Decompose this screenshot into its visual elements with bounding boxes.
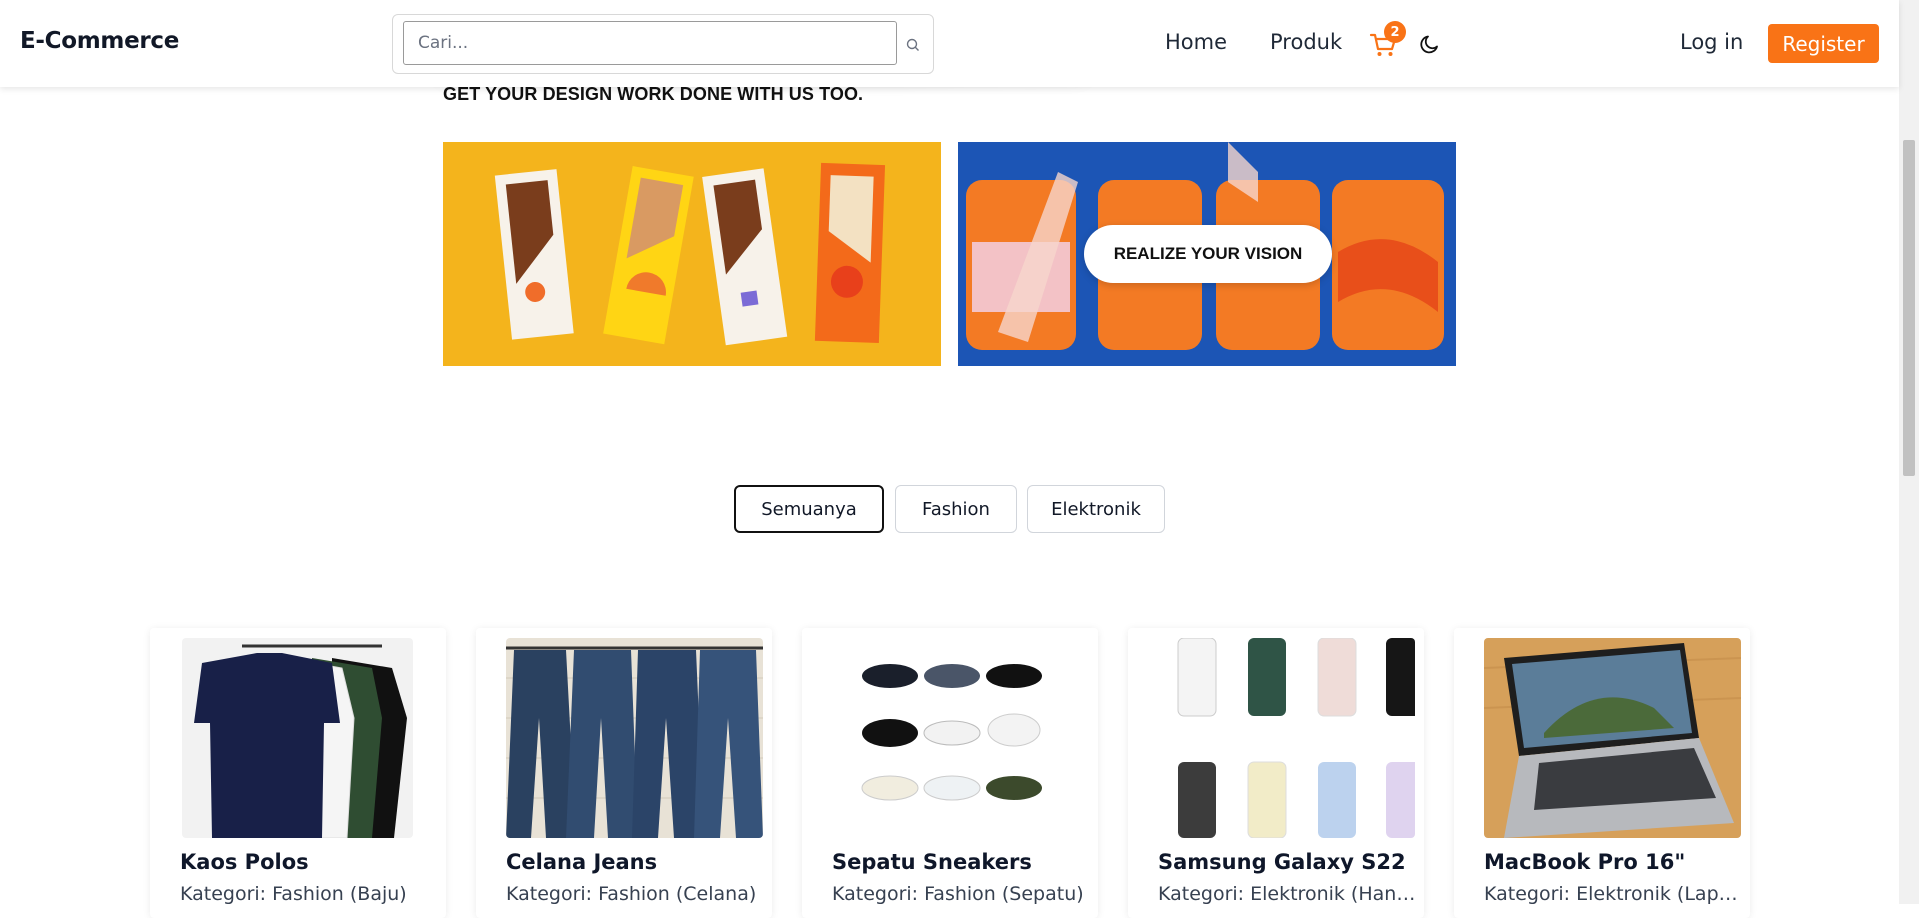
register-button[interactable]: Register xyxy=(1768,24,1879,63)
product-name: Kaos Polos xyxy=(180,850,309,874)
product-name: Samsung Galaxy S22 xyxy=(1158,850,1406,874)
scrollbar-thumb[interactable] xyxy=(1903,140,1915,476)
product-card-macbook-pro-16[interactable]: MacBook Pro 16" Kategori: Elektronik (La… xyxy=(1454,628,1750,918)
nav-home[interactable]: Home xyxy=(1165,30,1227,54)
product-card-kaos-polos[interactable]: Kaos Polos Kategori: Fashion (Baju) xyxy=(150,628,446,918)
page-scrollbar[interactable] xyxy=(1899,0,1919,904)
product-category: Kategori: Fashion (Celana) xyxy=(506,883,757,905)
product-category: Kategori: Fashion (Sepatu) xyxy=(832,883,1084,905)
product-card-sepatu-sneakers[interactable]: Sepatu Sneakers Kategori: Fashion (Sepat… xyxy=(802,628,1098,918)
cart-count-badge: 2 xyxy=(1384,21,1406,43)
top-navbar: E-Commerce Home Produk 2 Log in Register xyxy=(0,0,1899,87)
product-name: Celana Jeans xyxy=(506,850,658,874)
moon-icon[interactable] xyxy=(1418,32,1442,56)
search-input[interactable] xyxy=(403,21,897,65)
banner-cta-pill: REALIZE YOUR VISION xyxy=(1084,225,1332,283)
product-image-sepatu-sneakers xyxy=(832,638,1089,838)
login-link[interactable]: Log in xyxy=(1680,30,1743,54)
product-image-kaos-polos xyxy=(182,638,413,838)
brand-logo[interactable]: E-Commerce xyxy=(20,28,179,54)
banner-image-packaging xyxy=(443,142,941,366)
packaging-illustration xyxy=(443,142,941,366)
product-card-celana-jeans[interactable]: Celana Jeans Kategori: Fashion (Celana) xyxy=(476,628,772,918)
product-category: Kategori: Elektronik (Laptop) xyxy=(1484,883,1744,905)
search-icon[interactable] xyxy=(901,33,925,57)
product-card-samsung-galaxy-s22[interactable]: Samsung Galaxy S22 Kategori: Elektronik … xyxy=(1128,628,1424,918)
product-image-celana-jeans xyxy=(506,638,763,838)
search-bar xyxy=(392,14,934,74)
product-image-samsung-galaxy-s22 xyxy=(1158,638,1415,838)
filter-tab-semuanya[interactable]: Semuanya xyxy=(734,485,884,533)
filter-tab-elektronik[interactable]: Elektronik xyxy=(1027,485,1165,533)
banner-image-vision: REALIZE YOUR VISION xyxy=(958,142,1456,366)
product-category: Kategori: Elektronik (Handphone) xyxy=(1158,883,1418,905)
hero-tagline: GET YOUR DESIGN WORK DONE WITH US TOO. xyxy=(443,84,864,104)
nav-produk[interactable]: Produk xyxy=(1270,30,1342,54)
product-category: Kategori: Fashion (Baju) xyxy=(180,883,407,905)
product-image-macbook-pro-16 xyxy=(1484,638,1741,838)
product-name: Sepatu Sneakers xyxy=(832,850,1032,874)
product-name: MacBook Pro 16" xyxy=(1484,850,1686,874)
filter-tab-fashion[interactable]: Fashion xyxy=(895,485,1017,533)
